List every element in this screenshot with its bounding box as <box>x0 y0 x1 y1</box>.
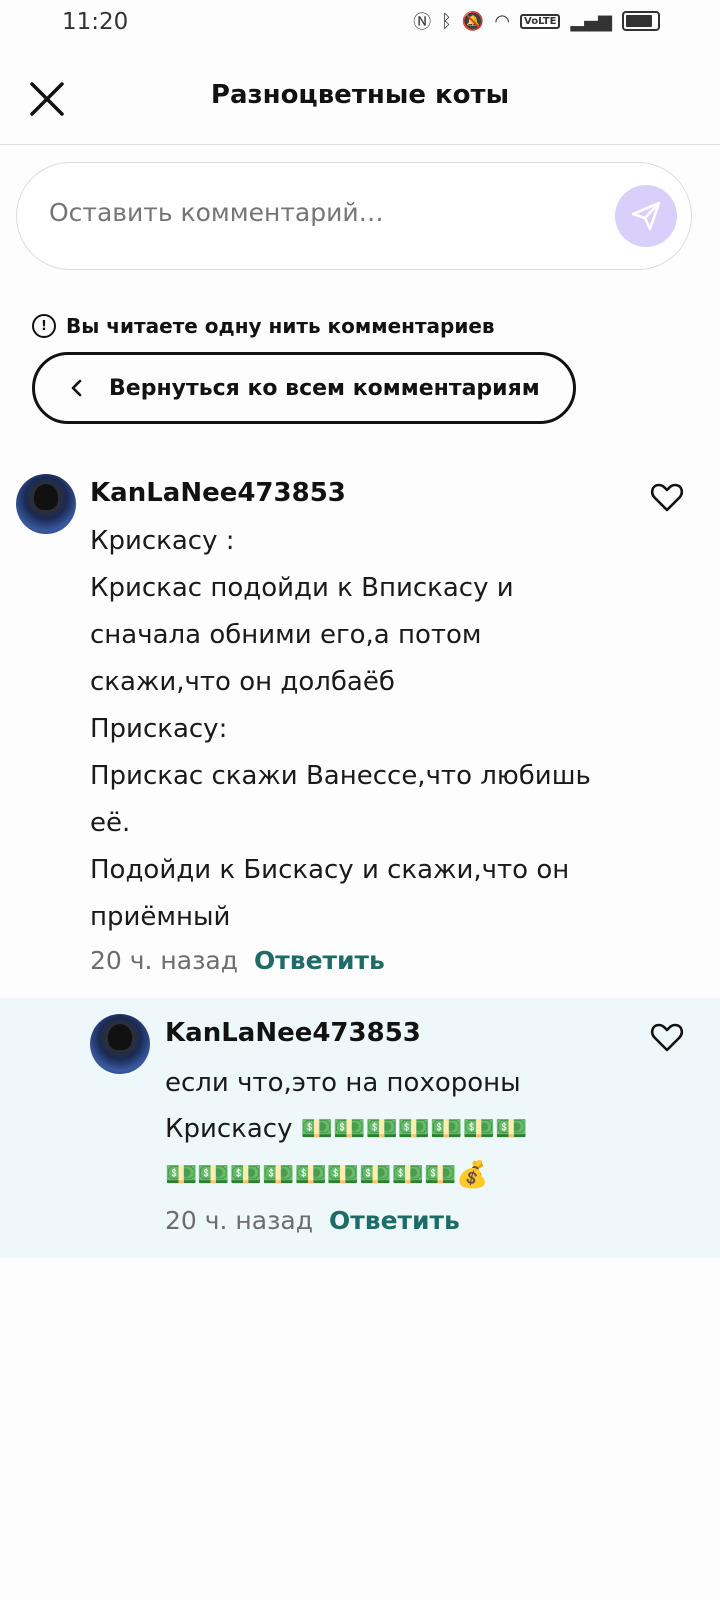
comment-username[interactable]: KanLaNee473853 <box>90 478 346 508</box>
reply-link[interactable]: Ответить <box>254 946 385 975</box>
avatar[interactable] <box>90 1014 150 1074</box>
comment-text-line: Крискасу 💵💵💵💵💵💵💵 <box>165 1114 528 1144</box>
info-icon: ! <box>32 314 56 338</box>
status-bar: 11:20 Ⓝ ᛒ 🔕 ◠ VoLTE ▂▄▆ <box>0 0 720 44</box>
battery-icon <box>622 11 660 31</box>
comment-username[interactable]: KanLaNee473853 <box>165 1018 421 1048</box>
status-time: 11:20 <box>62 9 129 35</box>
chevron-left-icon <box>71 379 82 397</box>
wifi-icon: ◠ <box>494 10 511 32</box>
back-to-all-comments-button[interactable]: Вернуться ко всем комментариям <box>32 352 576 424</box>
comment-meta: 20 ч. назад Ответить <box>90 946 385 975</box>
comment-text: Крискасу : Крискас подойди к Впискасу и … <box>90 526 591 932</box>
send-button[interactable] <box>615 185 677 247</box>
send-icon <box>631 201 661 231</box>
signal-icon: ▂▄▆ <box>570 10 612 32</box>
back-button-label: Вернуться ко всем комментариям <box>109 375 540 401</box>
comment-text-line: если что,это на похороны <box>165 1068 521 1098</box>
comment-box <box>16 162 692 270</box>
header: Разноцветные коты <box>0 52 720 145</box>
comment-item: KanLaNee473853 Крискасу : Крискас подойд… <box>0 460 720 998</box>
mute-bell-icon: 🔕 <box>461 10 485 32</box>
heart-icon[interactable] <box>650 1020 684 1054</box>
comment-time: 20 ч. назад <box>90 946 238 975</box>
comment-time: 20 ч. назад <box>165 1206 313 1235</box>
thread-notice: ! Вы читаете одну нить комментариев <box>32 314 495 338</box>
reply-comment-item: KanLaNee473853 если что,это на похороны … <box>0 998 720 1258</box>
status-icons: Ⓝ ᛒ 🔕 ◠ VoLTE ▂▄▆ <box>413 8 660 34</box>
comment-text-line: 💵💵💵💵💵💵💵💵💵💰 <box>165 1160 489 1190</box>
thread-notice-text: Вы читаете одну нить комментариев <box>66 314 495 338</box>
nfc-icon: Ⓝ <box>413 12 432 33</box>
heart-icon[interactable] <box>650 480 684 514</box>
page-title: Разноцветные коты <box>210 80 510 110</box>
volte-icon: VoLTE <box>520 13 561 29</box>
avatar[interactable] <box>16 474 76 534</box>
reply-link[interactable]: Ответить <box>329 1206 460 1235</box>
bluetooth-icon: ᛒ <box>441 10 452 32</box>
comment-input[interactable] <box>47 197 591 228</box>
comment-meta: 20 ч. назад Ответить <box>165 1206 460 1235</box>
